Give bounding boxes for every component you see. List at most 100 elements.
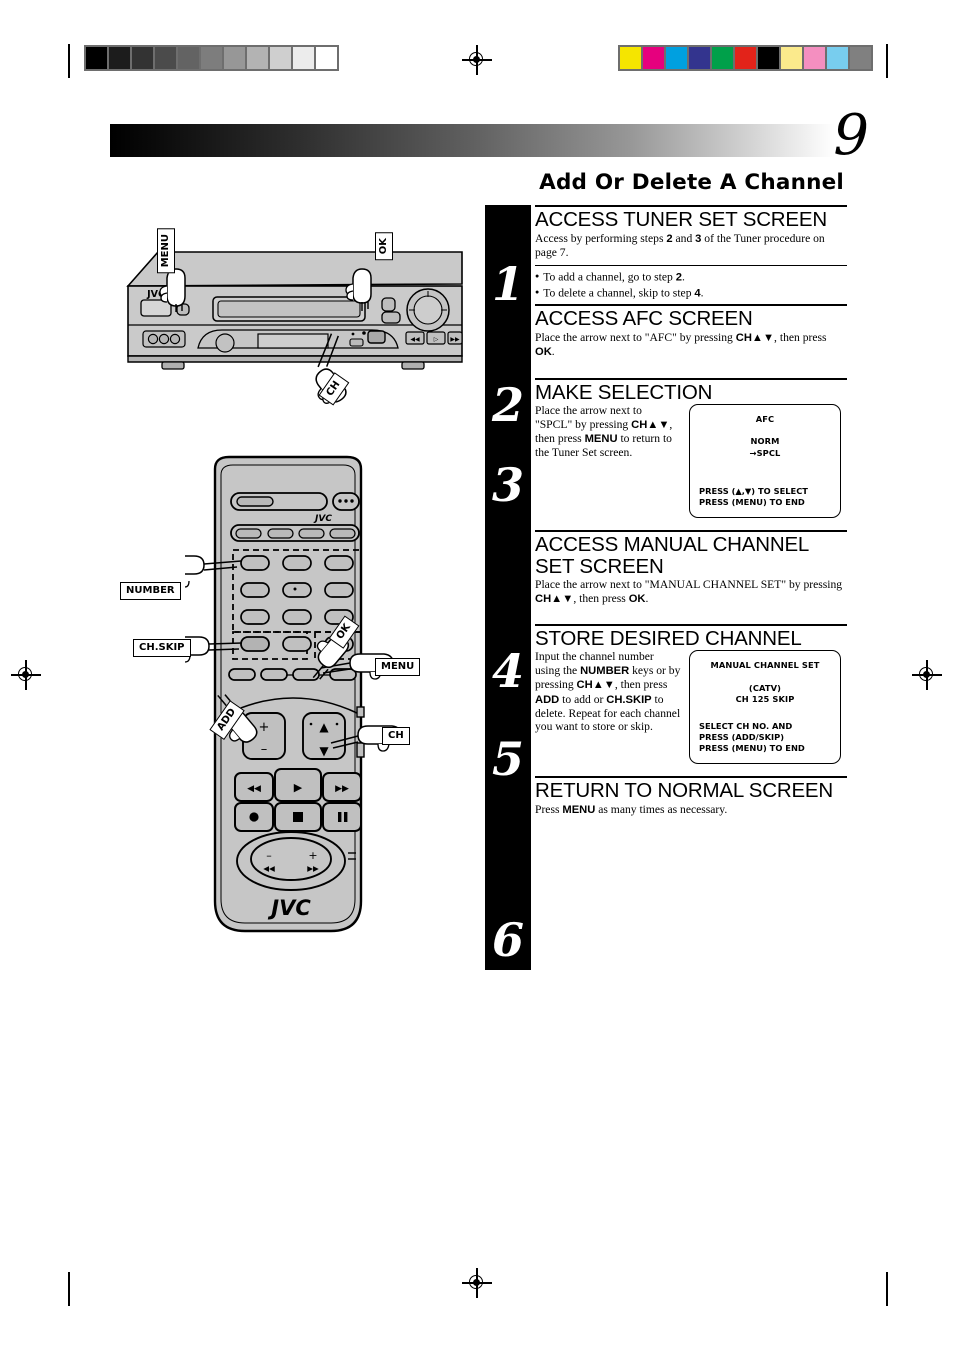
step-1: ACCESS TUNER SET SCREEN Access by perfor… (535, 209, 847, 265)
step-6-body: Press MENU as many times as necessary. (535, 802, 728, 816)
step-1-bullets: To add a channel, go to step 2. To delet… (535, 269, 847, 300)
osd-afc-footer-1: PRESS (▲,▼) TO SELECT (699, 485, 808, 496)
osd-afc-footer-2: PRESS (MENU) TO END (699, 496, 805, 507)
crop-mark-bottom-left (68, 1272, 70, 1306)
calibration-swatch (247, 47, 268, 69)
step-1-title: ACCESS TUNER SET SCREEN (535, 208, 827, 231)
osd-afc-screen: AFC NORM →SPCL PRESS (▲,▼) TO SELECT PRE… (689, 404, 841, 519)
step-number-3: 3 (491, 458, 524, 512)
step-2: ACCESS AFC SCREEN Place the arrow next t… (535, 308, 847, 377)
osd-afc-option-spcl: →SPCL (749, 448, 781, 459)
divider-1b (535, 265, 847, 267)
color-calibration-strip (618, 45, 873, 71)
osd-afc-option-norm: NORM (750, 436, 780, 447)
calibration-swatch (781, 47, 802, 69)
callout-vcr-ok: OK (375, 232, 393, 261)
calibration-swatch (735, 47, 756, 69)
osd-manual-channel-set-screen: MANUAL CHANNEL SET (CATV) CH 125 SKIP SE… (689, 650, 841, 765)
svg-text:▷: ▷ (434, 336, 439, 343)
registration-mark-bottom (462, 1268, 492, 1298)
osd-mcs-footer-2: PRESS (ADD/SKIP) (699, 732, 784, 743)
svg-text:◀◀: ◀◀ (410, 336, 420, 343)
step-6: RETURN TO NORMAL SCREEN Press MENU as ma… (535, 780, 847, 823)
step-2-title: ACCESS AFC SCREEN (535, 307, 753, 331)
step-number-column: 1 2 3 4 5 6 (485, 205, 531, 970)
step-3-body: Place the arrow next to "SPCL" by pressi… (535, 404, 673, 460)
divider-3 (535, 377, 847, 380)
calibration-swatch (643, 47, 664, 69)
calibration-swatch (155, 47, 176, 69)
divider-1 (535, 205, 847, 207)
registration-mark-left (11, 660, 41, 690)
divider-5 (535, 623, 847, 626)
bullet-add-channel: To add a channel, go to step 2. (535, 269, 847, 285)
step-3: MAKE SELECTION Place the arrow next to "… (535, 382, 847, 531)
svg-text:+: + (308, 849, 317, 862)
divider-6 (535, 776, 847, 779)
calibration-swatch (758, 47, 779, 69)
registration-mark-top (462, 45, 492, 75)
crop-mark-bottom-right (886, 1272, 888, 1306)
remote-brand-label: JVC (267, 896, 311, 920)
steps-panel: 1 2 3 4 5 6 ACCESS TUNER SET SCREEN Acce… (485, 205, 847, 970)
svg-text:▲: ▲ (319, 720, 329, 734)
calibration-swatch (293, 47, 314, 69)
svg-text:◀◀: ◀◀ (247, 784, 261, 794)
step-number-2: 2 (491, 378, 524, 432)
svg-text:▶: ▶ (294, 781, 303, 794)
calibration-swatch (201, 47, 222, 69)
callout-remote-chskip: CH.SKIP (133, 639, 191, 657)
step-5-title: STORE DESIRED CHANNEL (535, 626, 802, 650)
bullet-delete-channel: To delete a channel, skip to step 4. (535, 285, 847, 301)
callout-remote-ch: CH (382, 727, 410, 745)
step-4: ACCESS MANUAL CHANNEL SET SCREEN Place t… (535, 534, 847, 624)
calibration-swatch (109, 47, 130, 69)
registration-mark-right (912, 660, 942, 690)
calibration-swatch (804, 47, 825, 69)
calibration-swatch (132, 47, 153, 69)
calibration-swatch (850, 47, 871, 69)
svg-text:–: – (261, 742, 268, 757)
divider-4 (535, 530, 847, 533)
crop-mark-top-right (886, 44, 888, 78)
calibration-swatch (689, 47, 710, 69)
osd-afc-title: AFC (755, 414, 775, 425)
step-2-body: Place the arrow next to "AFC" by pressin… (535, 330, 827, 359)
step-number-4: 4 (491, 644, 524, 698)
osd-mcs-channel: CH 125 SKIP (735, 694, 795, 705)
remote-svg: JVC + – ▲ ▼ ◀◀ ▶ ▶▶ – + ◀◀ ▶▶ JVC (160, 455, 402, 933)
svg-text:+: + (259, 720, 270, 735)
callout-remote-menu: MENU (375, 658, 421, 676)
svg-text:▶▶: ▶▶ (450, 336, 460, 343)
step-number-1: 1 (491, 257, 524, 311)
calibration-swatch (86, 47, 107, 69)
step-4-title: ACCESS MANUAL CHANNEL SET SCREEN (535, 533, 809, 578)
calibration-swatch (316, 47, 337, 69)
step-1-body: Access by performing steps 2 and 3 of th… (535, 231, 825, 259)
divider-2 (535, 304, 847, 307)
step-3-title: MAKE SELECTION (535, 380, 713, 404)
svg-text:▶▶: ▶▶ (307, 864, 319, 873)
calibration-swatch (270, 47, 291, 69)
callout-remote-number: NUMBER (120, 582, 181, 600)
svg-text:JVC: JVC (313, 514, 332, 524)
osd-mcs-title: MANUAL CHANNEL SET (710, 660, 820, 671)
step-content-column: ACCESS TUNER SET SCREEN Access by perfor… (535, 205, 847, 823)
svg-text:–: – (266, 849, 272, 862)
page-number: 9 (833, 103, 869, 168)
osd-mcs-band: (CATV) (748, 683, 782, 694)
step-5: STORE DESIRED CHANNEL Input the channel … (535, 628, 847, 777)
callout-vcr-menu: MENU (157, 228, 175, 274)
svg-text:▼: ▼ (319, 744, 329, 758)
calibration-swatch (827, 47, 848, 69)
osd-mcs-footer-1: SELECT CH NO. AND (699, 721, 793, 732)
calibration-swatch (224, 47, 245, 69)
step-4-body: Place the arrow next to "MANUAL CHANNEL … (535, 578, 843, 605)
svg-text:▶▶: ▶▶ (335, 784, 349, 794)
calibration-swatch (666, 47, 687, 69)
calibration-swatch (712, 47, 733, 69)
calibration-swatch (178, 47, 199, 69)
step-6-title: RETURN TO NORMAL SCREEN (535, 779, 834, 803)
step-5-body: Input the channel number using the NUMBE… (535, 650, 681, 734)
svg-text:◀◀: ◀◀ (263, 864, 275, 873)
